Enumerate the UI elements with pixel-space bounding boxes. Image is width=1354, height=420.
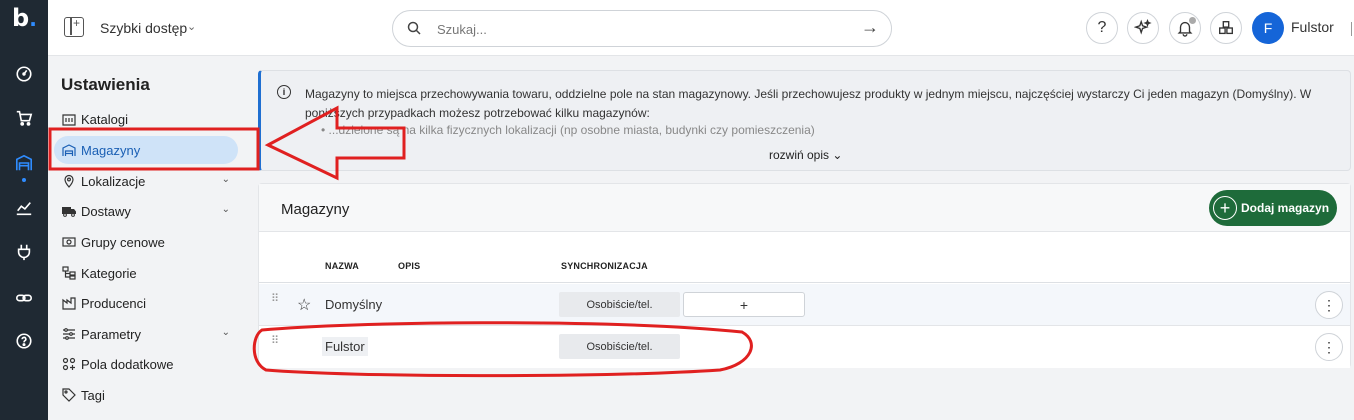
- sidebar-item-label: Pola dodatkowe: [81, 356, 174, 372]
- location-pin-icon: [62, 174, 76, 188]
- table-row[interactable]: ⠿ Fulstor Osobiście/tel. ⋮: [259, 326, 1350, 368]
- tree-icon: [62, 266, 76, 280]
- add-sync-button[interactable]: +: [683, 292, 805, 317]
- sidebar-item-kategorie[interactable]: Kategorie: [54, 259, 238, 287]
- sidebar-item-tagi[interactable]: Tagi: [54, 381, 238, 409]
- warehouse-icon[interactable]: [14, 153, 34, 173]
- search-icon: [407, 21, 421, 35]
- search-bar: →: [392, 10, 892, 47]
- user-name[interactable]: Fulstor: [1291, 19, 1334, 35]
- sidebar-item-dostawy[interactable]: Dostawy ⌄: [54, 197, 238, 225]
- sidebar-item-katalogi[interactable]: Katalogi: [54, 105, 238, 133]
- sidebar-item-label: Parametry: [81, 326, 141, 342]
- chevron-down-icon[interactable]: ⌄: [222, 204, 230, 215]
- column-header-sync[interactable]: SYNCHRONIZACJA: [561, 261, 648, 271]
- warehouses-card: Magazyny + Dodaj magazyn NAZWA OPIS SYNC…: [258, 183, 1351, 368]
- sidebar-item-label: Producenci: [81, 295, 147, 311]
- sidebar-item-label: Katalogi: [81, 111, 128, 127]
- active-indicator: [22, 178, 26, 182]
- sidebar-item-label: Grupy cenowe: [81, 234, 165, 250]
- drag-handle-icon[interactable]: ⠿: [271, 294, 279, 311]
- sidebar-item-producenci[interactable]: Producenci: [54, 289, 238, 317]
- add-warehouse-label: Dodaj magazyn: [1241, 201, 1330, 215]
- add-warehouse-button[interactable]: + Dodaj magazyn: [1209, 190, 1337, 226]
- notifications-button[interactable]: [1169, 12, 1201, 44]
- chevron-down-icon[interactable]: ⌄: [222, 174, 230, 185]
- expand-description-link[interactable]: rozwiń opis ⌄: [769, 148, 842, 162]
- info-text-faded: • ...dzielone są na kilka fizycznych lok…: [321, 123, 815, 137]
- link-icon[interactable]: [14, 288, 34, 308]
- plus-icon: +: [1213, 196, 1237, 220]
- boxes-icon: [1219, 21, 1233, 35]
- sidebar-item-label: Kategorie: [81, 265, 137, 281]
- help-icon[interactable]: [14, 331, 34, 351]
- info-text: Magazyny to miejsca przechowywania towar…: [305, 87, 1312, 120]
- chart-icon[interactable]: [14, 198, 34, 218]
- settings-sidebar: Ustawienia Katalogi Magazyny Lokalizacje…: [48, 56, 248, 420]
- sidebar-title: Ustawienia: [61, 75, 150, 94]
- sync-badge[interactable]: Osobiście/tel.: [559, 292, 680, 317]
- sidebar-item-magazyny[interactable]: Magazyny: [54, 136, 238, 164]
- sliders-icon: [62, 327, 76, 341]
- search-input[interactable]: [437, 19, 837, 39]
- money-icon: [62, 235, 76, 249]
- catalog-icon: [62, 112, 76, 126]
- sidebar-item-label: Magazyny: [81, 142, 141, 158]
- sync-badge[interactable]: Osobiście/tel.: [559, 334, 680, 359]
- card-title: Magazyny: [281, 201, 350, 218]
- chevron-down-icon[interactable]: ⌄: [222, 327, 230, 338]
- plug-icon[interactable]: [14, 242, 34, 262]
- cart-icon[interactable]: [14, 108, 34, 128]
- help-button[interactable]: ?: [1086, 12, 1118, 44]
- left-rail: b.: [0, 0, 48, 420]
- star-icon[interactable]: ☆: [297, 295, 311, 315]
- warehouse-icon: [62, 143, 76, 157]
- more-options-button[interactable]: ⋮: [1315, 291, 1343, 319]
- sidebar-item-grupy-cenowe[interactable]: Grupy cenowe: [54, 228, 238, 256]
- drag-handle-icon[interactable]: ⠿: [271, 336, 279, 353]
- column-header-name[interactable]: NAZWA: [325, 261, 359, 271]
- info-box: i Magazyny to miejsca przechowywania tow…: [258, 70, 1351, 171]
- table-header: NAZWA OPIS SYNCHRONIZACJA: [259, 233, 1350, 283]
- notification-badge: [1189, 17, 1196, 24]
- sidebar-item-parametry[interactable]: Parametry ⌄: [54, 320, 238, 348]
- dashboard-icon[interactable]: [14, 64, 34, 84]
- more-options-button[interactable]: ⋮: [1315, 333, 1343, 361]
- avatar[interactable]: F: [1252, 12, 1284, 44]
- sparkle-button[interactable]: [1127, 12, 1159, 44]
- quick-access-icon[interactable]: [64, 16, 84, 37]
- fields-icon: [62, 357, 76, 371]
- sidebar-item-label: Lokalizacje: [81, 173, 146, 189]
- sparkle-icon: [1134, 19, 1152, 35]
- warehouse-name[interactable]: Domyślny: [325, 297, 382, 312]
- card-header: Magazyny + Dodaj magazyn: [259, 184, 1350, 232]
- info-icon: i: [277, 85, 291, 99]
- app-logo[interactable]: b.: [12, 4, 37, 32]
- sidebar-item-lokalizacje[interactable]: Lokalizacje ⌄: [54, 167, 238, 195]
- chevron-down-icon[interactable]: ⌄: [187, 20, 196, 33]
- column-header-desc[interactable]: OPIS: [398, 261, 420, 271]
- warehouse-name[interactable]: Fulstor: [322, 337, 368, 356]
- truck-icon: [62, 204, 76, 218]
- sidebar-item-pola-dodatkowe[interactable]: Pola dodatkowe: [54, 350, 238, 378]
- sidebar-item-label: Dostawy: [81, 203, 131, 219]
- top-bar: Szybki dostęp ⌄ → ? F Fulstor: [48, 0, 1354, 56]
- tag-icon: [62, 388, 76, 402]
- arrow-right-icon[interactable]: →: [861, 17, 879, 38]
- table-row[interactable]: ⠿ ☆ Domyślny Osobiście/tel. + ⋮: [259, 284, 1350, 326]
- sidebar-item-label: Tagi: [81, 387, 105, 403]
- factory-icon: [62, 296, 76, 310]
- quick-access-label[interactable]: Szybki dostęp: [100, 20, 187, 36]
- apps-button[interactable]: [1210, 12, 1242, 44]
- divider: [1351, 22, 1352, 36]
